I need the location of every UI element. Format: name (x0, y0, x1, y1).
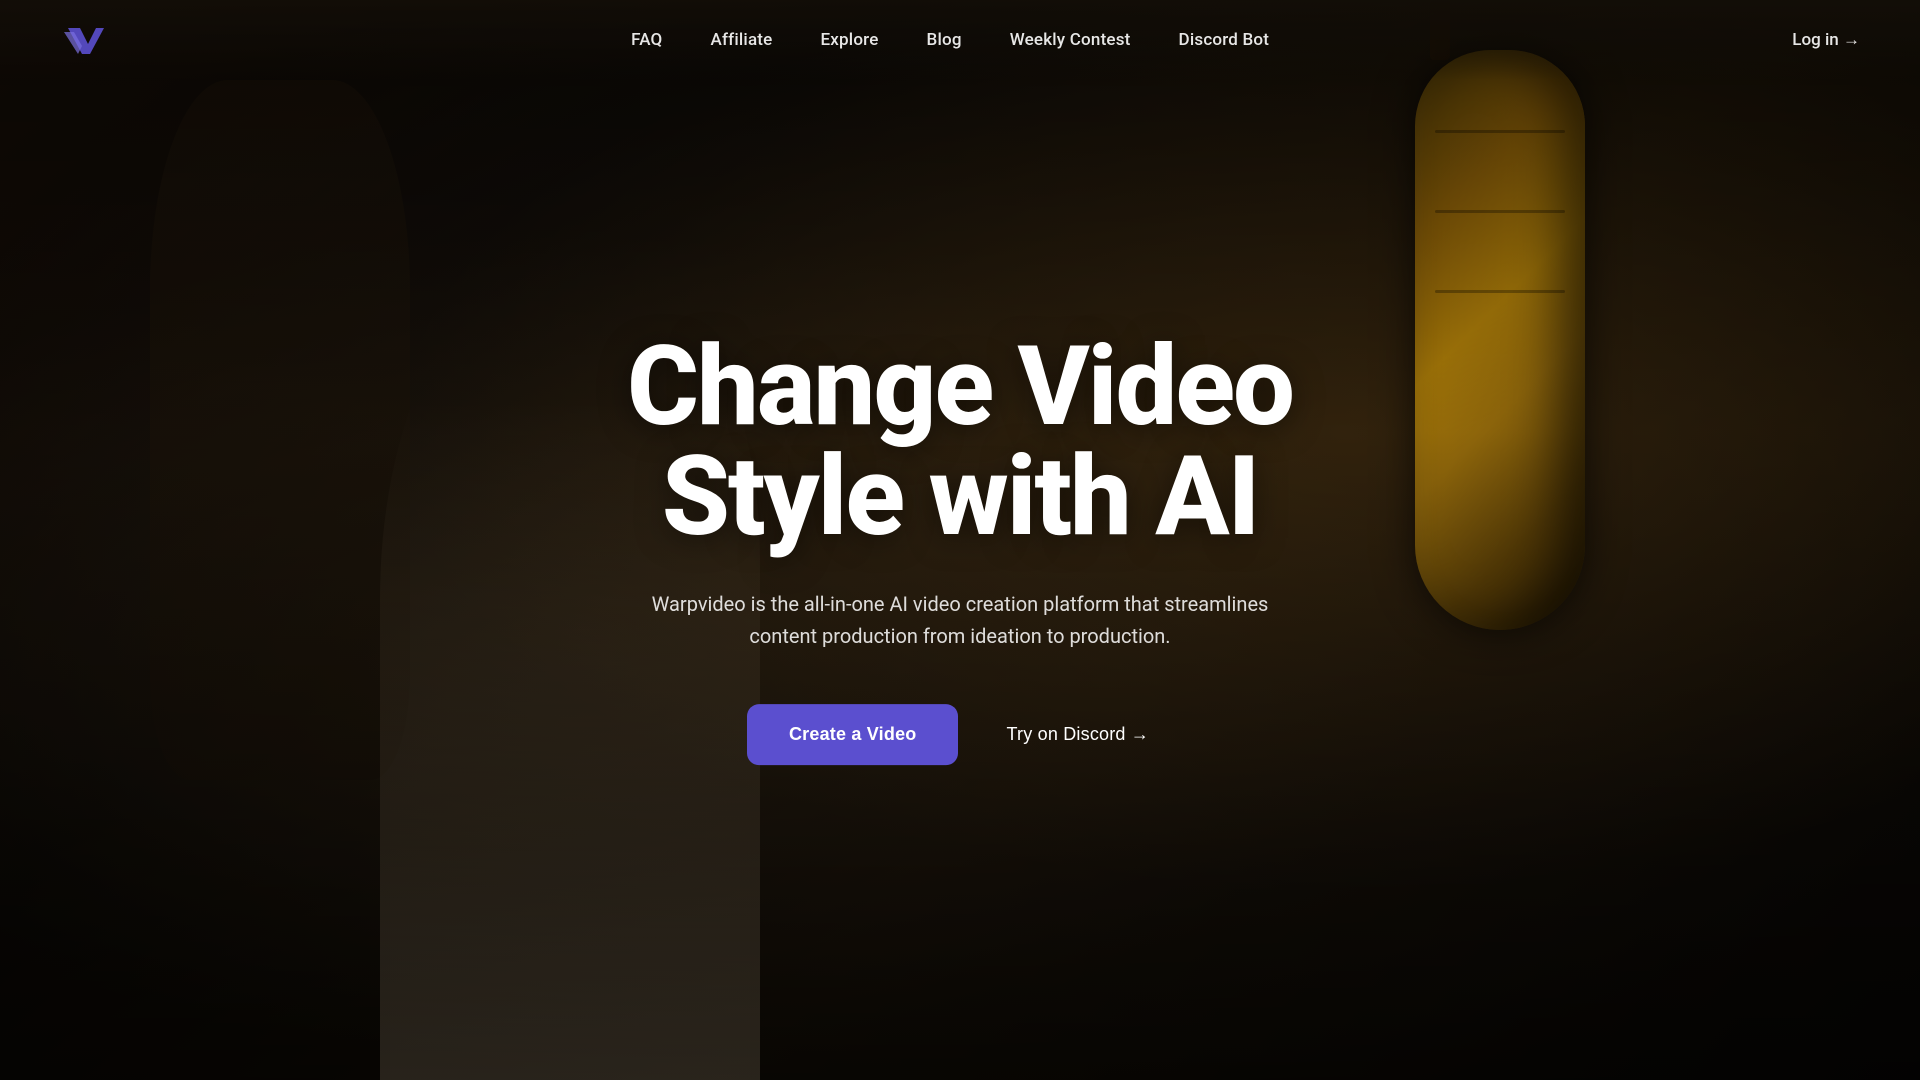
nav-discord-bot[interactable]: Discord Bot (1179, 30, 1270, 50)
logo-link[interactable] (60, 16, 108, 64)
hero-subtitle: Warpvideo is the all-in-one AI video cre… (650, 588, 1270, 652)
hero-title: Change Video Style with AI (510, 332, 1410, 552)
nav-affiliate[interactable]: Affiliate (710, 30, 772, 50)
navbar: FAQ Affiliate Explore Blog Weekly Contes… (0, 0, 1920, 80)
logo-icon (60, 16, 108, 64)
nav-explore[interactable]: Explore (820, 30, 878, 50)
try-discord-button[interactable]: Try on Discord → (982, 704, 1173, 765)
create-video-button[interactable]: Create a Video (747, 704, 959, 765)
login-link[interactable]: Log in → (1792, 30, 1860, 50)
hero-buttons: Create a Video Try on Discord → (510, 704, 1410, 765)
nav-weekly-contest[interactable]: Weekly Contest (1010, 30, 1131, 50)
hero-title-line2: Style with AI (662, 432, 1259, 561)
nav-blog[interactable]: Blog (927, 30, 962, 50)
hero-content: Change Video Style with AI Warpvideo is … (510, 332, 1410, 765)
nav-links: FAQ Affiliate Explore Blog Weekly Contes… (631, 30, 1269, 50)
nav-faq[interactable]: FAQ (631, 30, 662, 50)
